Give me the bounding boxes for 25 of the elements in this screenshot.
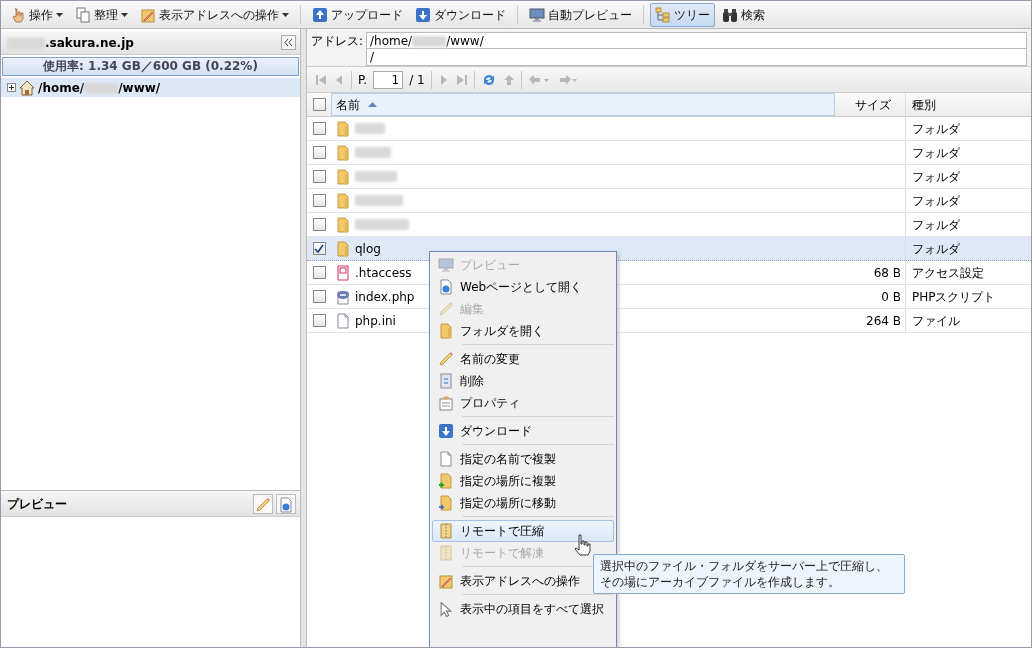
file-type: PHPスクリプト — [912, 288, 996, 306]
file-type: フォルダ — [912, 168, 960, 186]
file-type: フォルダ — [912, 192, 960, 210]
page-total: / 1 — [409, 71, 425, 89]
panel-title: プレビュー — [7, 495, 67, 513]
address-path: /home/ /www/ — [366, 32, 1027, 48]
file-type: ファイル — [912, 312, 960, 330]
usage-bar: 使用率: 1.34 GB／600 GB (0.22%) — [2, 57, 299, 76]
file-type: フォルダ — [912, 144, 960, 162]
file-type: フォルダ — [912, 240, 960, 258]
server-name: .sakura.ne.jp — [7, 33, 134, 52]
file-type: フォルダ — [912, 216, 960, 234]
page-prefix: P. — [358, 71, 368, 89]
file-type: フォルダ — [912, 120, 960, 138]
file-size: 0 B — [881, 289, 901, 304]
tree-item-label: /home/ /www/ — [38, 79, 161, 97]
file-type: アクセス設定 — [912, 264, 984, 282]
file-size: 68 B — [873, 265, 901, 280]
file-name: index.php — [355, 288, 415, 306]
tooltip: 選択中のファイル・フォルダをサーバー上で圧縮し、その場にアーカイブファイルを作成します。 — [593, 554, 905, 594]
file-name: .htaccess — [355, 264, 412, 282]
file-size: 264 B — [866, 313, 901, 328]
file-name: qlog — [355, 240, 381, 258]
file-name: php.ini — [355, 312, 396, 330]
address-label: アドレス: — [311, 33, 364, 50]
